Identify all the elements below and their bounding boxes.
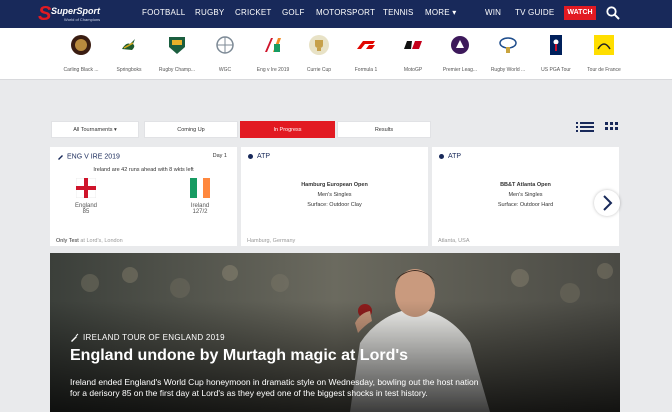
nav-win[interactable]: WIN [485, 8, 501, 17]
nav-motorsport[interactable]: MOTORSPORT [316, 8, 375, 17]
team-ireland: Ireland 127/2 [180, 178, 220, 215]
nav-golf[interactable]: GOLF [282, 8, 305, 17]
tour-de-france-icon [594, 35, 614, 55]
tab-in-progress[interactable]: In Progress [240, 121, 335, 138]
tab-coming-up[interactable]: Coming Up [144, 121, 238, 138]
england-ireland-icon [265, 38, 281, 52]
venue-text: at Lord's, London [78, 238, 123, 244]
cricket-bat-icon [71, 334, 79, 343]
tennis-ball-icon [439, 153, 444, 159]
card-title: ENG V IRE 2019 [67, 153, 120, 161]
event-surface: Surface: Outdoor Hard [497, 202, 554, 208]
nav-cricket[interactable]: CRICKET [235, 8, 272, 17]
chevron-right-icon [603, 195, 613, 211]
view-toggle [576, 122, 618, 132]
formula-1-icon [357, 41, 375, 49]
search-icon[interactable] [606, 6, 620, 20]
top-navigation: S SuperSport World of Champions FOOTBALL… [0, 0, 672, 28]
pga-tour-icon [550, 35, 562, 55]
story-category: IRELAND TOUR OF ENGLAND 2019 [70, 333, 225, 343]
sports-shortcut-bar: Carling Black ... Springboks Rugby Champ… [0, 28, 672, 80]
grid-view-icon[interactable] [605, 122, 618, 130]
wgc-icon [216, 36, 234, 54]
story-summary: Ireland ended England's World Cup honeym… [70, 377, 479, 398]
event-name: BB&T Atlanta Open [500, 182, 551, 188]
tab-results[interactable]: Results [337, 121, 431, 138]
story-category-label: IRELAND TOUR OF ENGLAND 2019 [83, 333, 225, 342]
sport-tour-de-france[interactable]: Tour de France [576, 34, 632, 73]
event-name: Hamburg European Open [301, 182, 368, 188]
carousel-next-button[interactable] [594, 190, 620, 216]
team-score: 85 [82, 209, 90, 215]
match-day: Day 1 [212, 153, 227, 159]
springbok-icon [122, 39, 135, 50]
match-type: Only Test [56, 238, 79, 244]
logo-text: SuperSport [51, 6, 101, 16]
story-headline[interactable]: England undone by Murtagh magic at Lord'… [70, 347, 408, 365]
nav-tennis[interactable]: TENNIS [383, 8, 414, 17]
card-header: ENG V IRE 2019 [57, 153, 120, 160]
rugby-world-cup-icon [499, 37, 517, 53]
card-header: ATP [439, 153, 461, 160]
match-status: Ireland are 42 runs ahead with 8 wkts le… [93, 167, 194, 173]
hero-story[interactable]: IRELAND TOUR OF ENGLAND 2019 England und… [50, 253, 620, 412]
nav-football[interactable]: FOOTBALL [142, 8, 185, 17]
card-location: Hamburg, Germany [247, 238, 296, 244]
logo-tagline: World of Champions [64, 17, 101, 22]
all-tournaments-dropdown[interactable]: All Tournaments ▾ [51, 121, 139, 138]
event-surface: Surface: Outdoor Clay [307, 202, 362, 208]
nav-more-dropdown[interactable]: MORE ▾ [425, 8, 456, 17]
rugby-championship-icon [169, 37, 185, 54]
card-title: ATP [448, 153, 462, 160]
nav-rugby[interactable]: RUGBY [195, 8, 224, 17]
nav-tv-guide[interactable]: TV GUIDE [515, 8, 554, 17]
card-header: ATP [248, 153, 270, 160]
list-view-icon[interactable] [576, 122, 594, 132]
card-location: Atlanta, USA [438, 238, 470, 244]
fixture-card-cricket[interactable]: ENG V IRE 2019 Day 1 Ireland are 42 runs… [50, 147, 237, 246]
premier-league-icon [451, 36, 469, 54]
cricket-bat-icon [58, 155, 63, 160]
watch-button[interactable]: WATCH [564, 6, 596, 20]
fixture-card-atp-atlanta[interactable]: ATP BB&T Atlanta Open Men's Singles Surf… [432, 147, 619, 246]
card-title: ATP [257, 153, 271, 160]
carling-black-label-icon [71, 35, 91, 55]
motogp-icon [404, 41, 422, 49]
event-draw: Men's Singles [317, 192, 352, 198]
england-flag-icon [75, 177, 97, 199]
event-draw: Men's Singles [508, 192, 543, 198]
tennis-ball-icon [248, 153, 253, 159]
supersport-s-mark: S [38, 3, 52, 25]
card-venue: Only Test at Lord's, London [56, 238, 123, 244]
fixture-card-atp-hamburg[interactable]: ATP Hamburg European Open Men's Singles … [241, 147, 428, 246]
supersport-logo[interactable]: S SuperSport World of Champions [38, 3, 118, 25]
currie-cup-icon [309, 35, 329, 55]
ireland-flag-icon [190, 178, 210, 198]
team-score: 127/2 [192, 209, 208, 215]
team-england: England 85 [66, 177, 106, 215]
